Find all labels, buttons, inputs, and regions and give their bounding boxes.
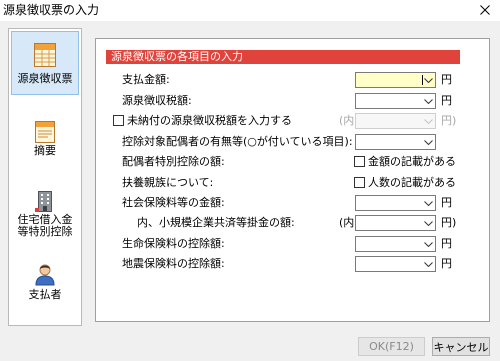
earthquake-insurance-unit: 円 [441, 257, 452, 270]
small-business-mutual-aid-dropdown-button[interactable] [421, 216, 435, 230]
nav-item-memo[interactable]: 摘要 [11, 113, 79, 161]
payer-icon [35, 264, 55, 286]
row-social-insurance: 社会保険料等の金額: 円 [96, 195, 489, 211]
social-insurance-dropdown-button[interactable] [421, 196, 435, 210]
earthquake-insurance-label: 地震保険料の控除額: [122, 257, 225, 270]
life-insurance-label: 生命保険料の控除額: [122, 237, 225, 250]
row-payment-amount: 支払金額: 円 [96, 72, 489, 88]
withholding-tax-unit: 円 [441, 94, 452, 107]
chevron-down-icon [423, 220, 433, 226]
payment-amount-unit: 円 [441, 73, 452, 86]
small-business-mutual-aid-label: 内、小規模企業共済等掛金の額: [137, 216, 295, 229]
withholding-tax-combo[interactable] [355, 93, 436, 109]
amount-stated-checkbox-label[interactable]: 金額の記載がある [368, 154, 456, 170]
chevron-down-icon [423, 77, 433, 83]
row-life-insurance: 生命保険料の控除額: 円 [96, 236, 489, 252]
housing-loan-deduction-icon [35, 191, 52, 212]
payment-amount-input[interactable] [356, 73, 420, 87]
earthquake-insurance-dropdown-button[interactable] [421, 257, 435, 271]
row-small-business-mutual-aid: 内、小規模企業共済等掛金の額: (内 円) [96, 215, 489, 231]
chevron-down-icon [423, 261, 433, 267]
spouse-status-dropdown-button[interactable] [421, 135, 435, 149]
withholding-slip-icon [34, 43, 56, 67]
small-business-mutual-aid-prefix: (内 [339, 216, 355, 229]
form-panel: 源泉徴収票の各項目の入力 支払金額: 円 源泉徴収税額: 円 未納付の源泉徴収税… [95, 38, 490, 322]
life-insurance-input[interactable] [356, 237, 420, 251]
section-header: 源泉徴収票の各項目の入力 [106, 50, 460, 64]
chevron-down-icon [423, 241, 433, 247]
nav-item-payer[interactable]: 支払者 [11, 257, 79, 303]
ok-button[interactable]: OK(F12) [358, 337, 425, 356]
count-stated-checkbox-label[interactable]: 人数の記載がある [368, 175, 456, 191]
count-stated-checkbox[interactable] [354, 177, 365, 188]
life-insurance-unit: 円 [441, 237, 452, 250]
chevron-down-icon [423, 139, 433, 145]
close-button[interactable] [474, 0, 496, 20]
row-spouse-status: 控除対象配偶者の有無等(○が付いている項目): [96, 134, 489, 150]
unpaid-withholding-dropdown-button [421, 114, 435, 128]
small-business-mutual-aid-unit: 円) [441, 216, 457, 229]
spouse-status-label: 控除対象配偶者の有無等(○が付いている項目): [122, 135, 353, 148]
window-title: 源泉徴収票の入力 [3, 3, 100, 17]
unpaid-withholding-combo [355, 113, 436, 129]
chevron-down-icon [423, 200, 433, 206]
social-insurance-label: 社会保険料等の金額: [122, 196, 225, 209]
social-insurance-unit: 円 [441, 196, 452, 209]
unpaid-withholding-input [356, 114, 420, 128]
life-insurance-dropdown-button[interactable] [421, 237, 435, 251]
row-dependents: 扶養親族について: 人数の記載がある [96, 175, 489, 191]
earthquake-insurance-input[interactable] [356, 257, 420, 271]
unpaid-withholding-prefix: (内 [339, 114, 355, 127]
withholding-tax-input[interactable] [356, 94, 420, 108]
chevron-down-icon [423, 118, 433, 124]
chevron-down-icon [423, 98, 433, 104]
payment-amount-dropdown-button[interactable] [421, 73, 435, 87]
nav-label-withholding-slip: 源泉徴収票 [17, 72, 73, 85]
row-withholding-tax: 源泉徴収税額: 円 [96, 93, 489, 109]
life-insurance-combo[interactable] [355, 236, 436, 252]
nav-label-payer: 支払者 [28, 288, 62, 301]
unpaid-withholding-unit: 円) [441, 114, 457, 127]
earthquake-insurance-combo[interactable] [355, 256, 436, 272]
close-icon [480, 5, 490, 15]
nav-item-housing-loan-deduction[interactable]: 住宅借入金 等特別控除 [11, 184, 79, 240]
cancel-button[interactable]: キャンセル [432, 337, 490, 356]
dependents-label: 扶養親族について: [122, 176, 214, 189]
navigation-panel: 源泉徴収票 摘要 住宅借入金 等特別控除 支払者 [8, 28, 82, 326]
social-insurance-input[interactable] [356, 196, 420, 210]
title-bar: 源泉徴収票の入力 [0, 0, 500, 21]
small-business-mutual-aid-input[interactable] [356, 216, 420, 230]
row-earthquake-insurance: 地震保険料の控除額: 円 [96, 256, 489, 272]
nav-label-memo: 摘要 [34, 144, 56, 157]
withholding-tax-label: 源泉徴収税額: [122, 94, 192, 107]
row-spouse-special-deduction: 配偶者特別控除の額: 金額の記載がある [96, 154, 489, 170]
unpaid-withholding-checkbox[interactable] [113, 115, 124, 126]
memo-icon [35, 121, 55, 143]
row-unpaid-withholding: 未納付の源泉徴収税額を入力する (内 円) [96, 113, 489, 129]
spouse-status-input[interactable] [356, 135, 420, 149]
small-business-mutual-aid-combo[interactable] [355, 215, 436, 231]
nav-item-withholding-slip[interactable]: 源泉徴収票 [11, 31, 79, 95]
amount-stated-checkbox[interactable] [354, 156, 365, 167]
spouse-status-combo[interactable] [355, 134, 436, 150]
social-insurance-combo[interactable] [355, 195, 436, 211]
withholding-tax-dropdown-button[interactable] [421, 94, 435, 108]
payment-amount-combo[interactable] [355, 72, 436, 88]
payment-amount-label: 支払金額: [122, 73, 170, 86]
unpaid-withholding-checkbox-label[interactable]: 未納付の源泉徴収税額を入力する [127, 113, 292, 129]
nav-label-housing-loan-line2: 等特別控除 [17, 225, 73, 238]
spouse-special-deduction-label: 配偶者特別控除の額: [122, 155, 225, 168]
